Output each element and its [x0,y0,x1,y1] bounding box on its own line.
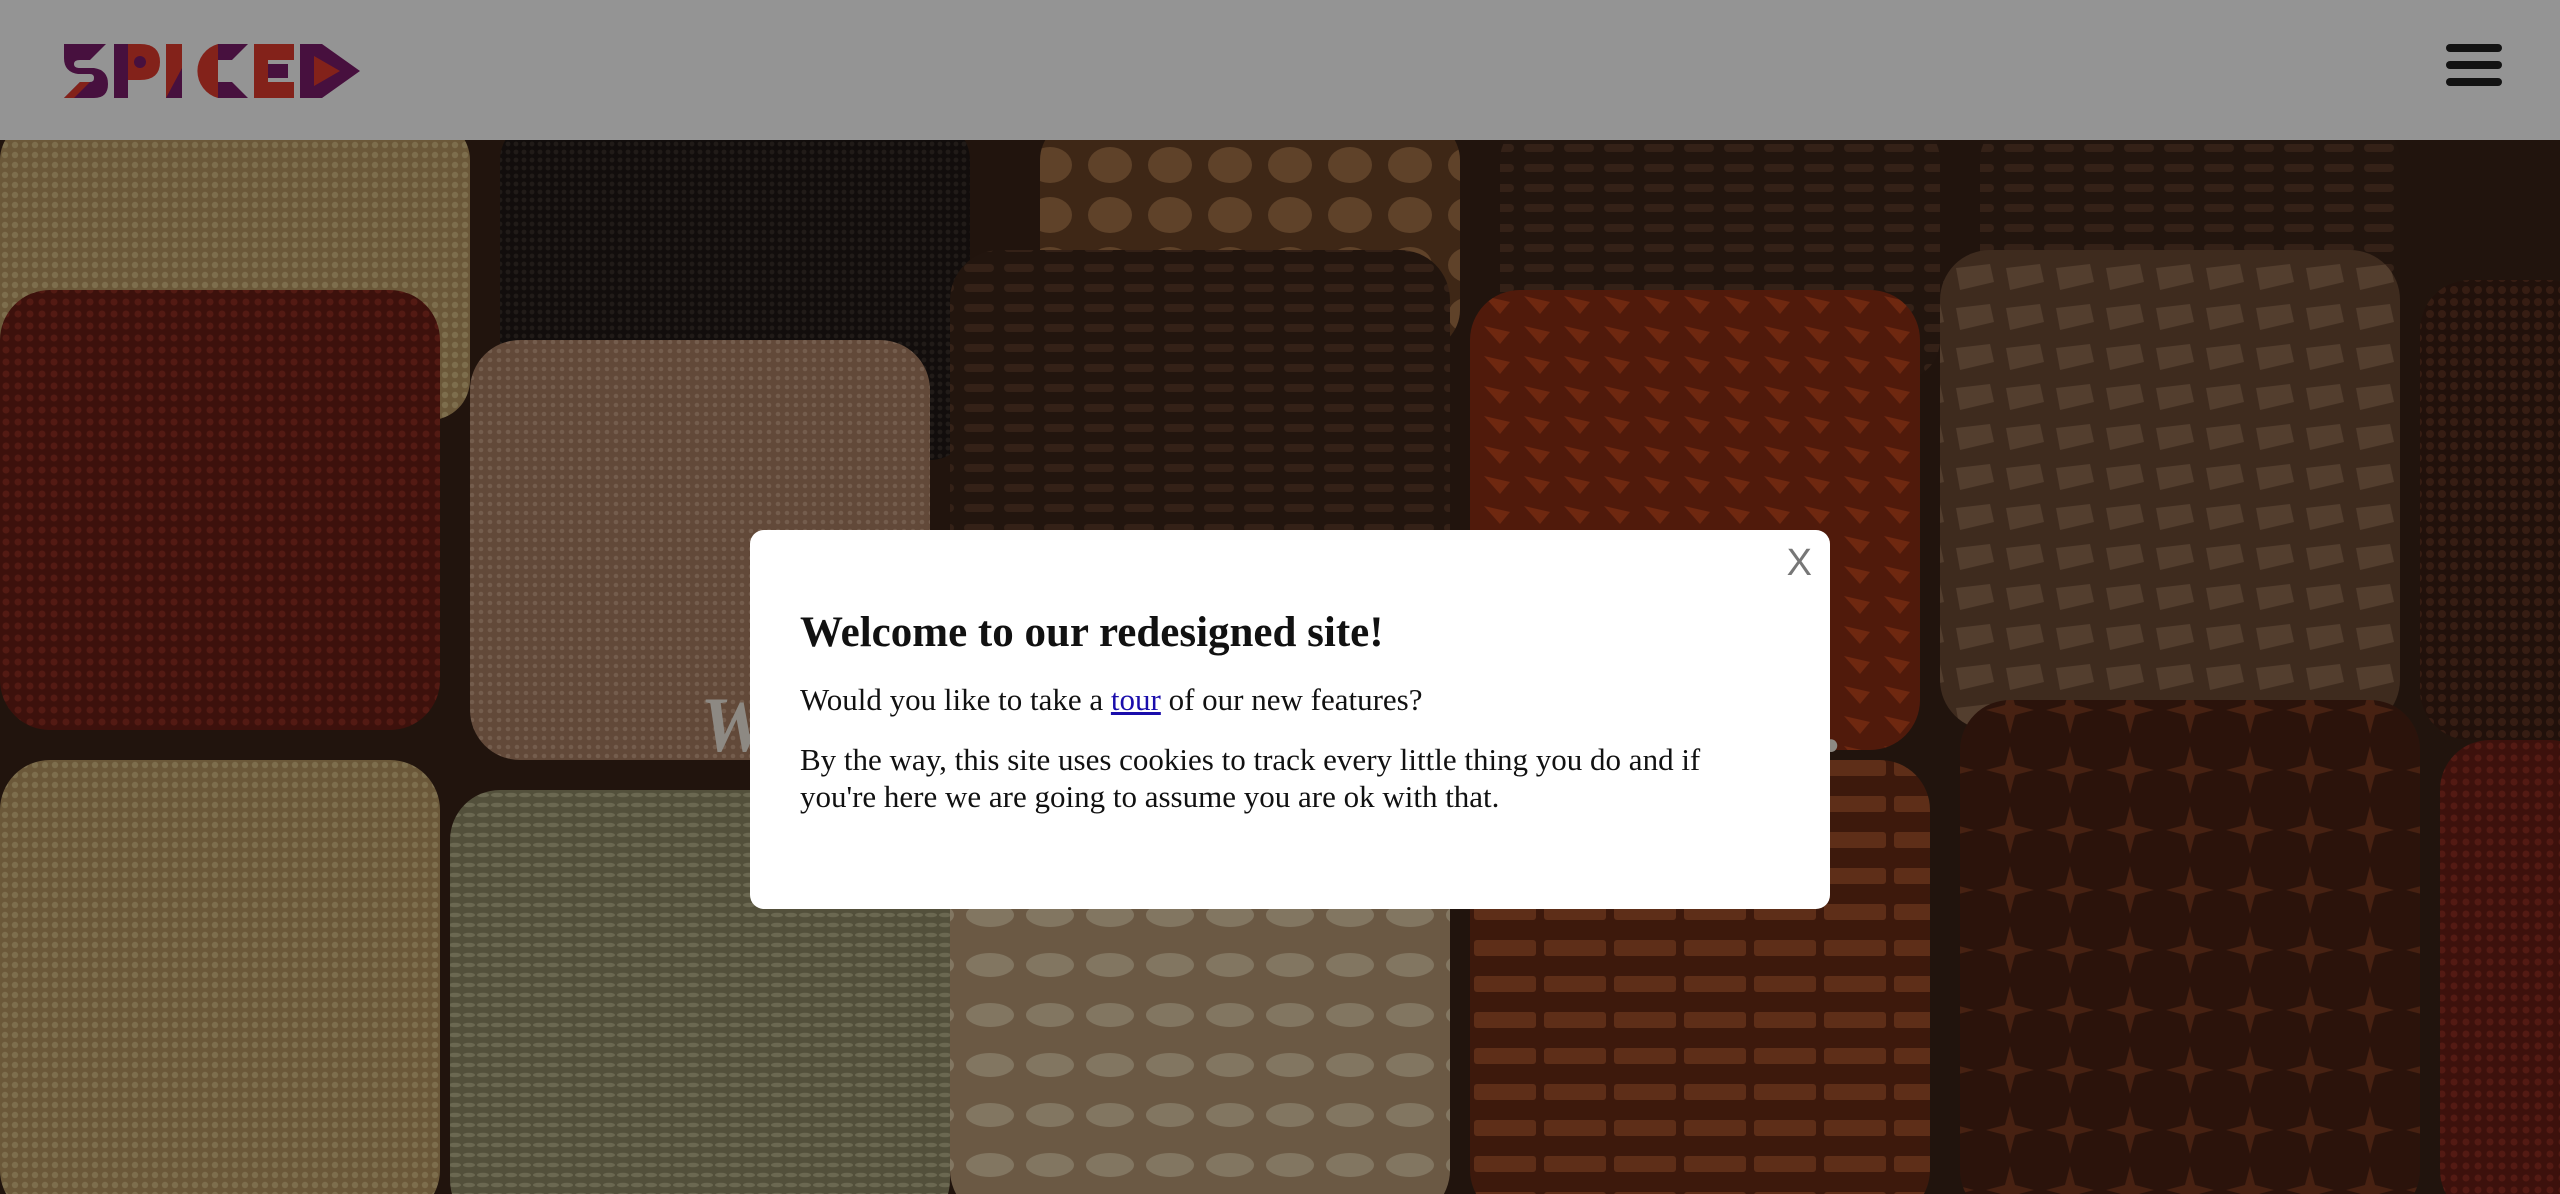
tour-prompt-prefix: Would you like to take a [800,682,1111,718]
cookie-notice: By the way, this site uses cookies to tr… [800,741,1701,814]
modal-title: Welcome to our redesigned site! [800,609,1384,656]
close-button[interactable]: X [1787,544,1812,582]
welcome-modal: X Welcome to our redesigned site! Would … [750,530,1830,909]
page: We. X Welcome to our redesigned site! Wo… [0,0,2560,1194]
tour-link[interactable]: tour [1111,682,1161,717]
tour-prompt: Would you like to take a tour of our new… [800,681,1780,718]
tour-prompt-suffix: of our new features? [1160,682,1423,718]
